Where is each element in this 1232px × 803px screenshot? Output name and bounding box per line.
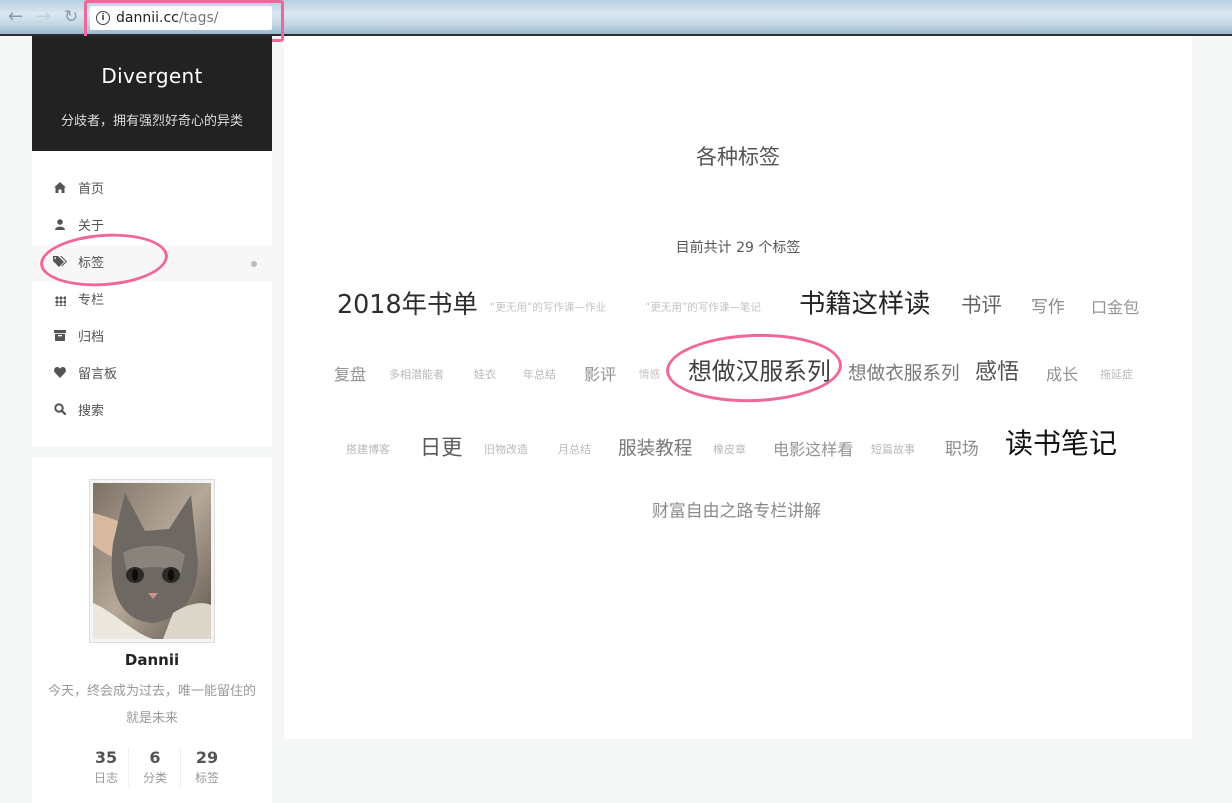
stat-categories[interactable]: 6 分类 bbox=[128, 748, 181, 786]
tag-link[interactable]: 影评 bbox=[584, 361, 616, 385]
tag-link[interactable]: 读书笔记 bbox=[1005, 422, 1117, 462]
page-title: 各种标签 bbox=[696, 145, 780, 169]
tag-link[interactable]: 短篇故事 bbox=[871, 441, 915, 457]
tag-link[interactable]: 拖延症 bbox=[1100, 366, 1133, 382]
browser-toolbar: ← → ↻ i dannii.cc/tags/ bbox=[0, 0, 1232, 42]
author-panel: Dannii 今天，终会成为过去，唯一能留住的就是未来 35 日志 6 分类 2… bbox=[32, 458, 272, 803]
stat-number: 6 bbox=[149, 748, 161, 767]
stat-label: 分类 bbox=[142, 771, 167, 785]
stat-label: 标签 bbox=[194, 771, 219, 785]
tag-link[interactable]: 成长 bbox=[1046, 361, 1078, 385]
author-motto: 今天，终会成为过去，唯一能留住的就是未来 bbox=[47, 684, 256, 726]
avatar bbox=[89, 479, 215, 643]
archive-icon bbox=[52, 319, 68, 356]
menu-item-search[interactable]: 搜索 bbox=[32, 393, 272, 430]
sidebar-menu: 首页 关于 标签 专栏 归档 留言板 搜索 bbox=[32, 151, 272, 446]
tag-link[interactable]: 口金包 bbox=[1091, 294, 1139, 318]
tag-link[interactable]: 书籍这样读 bbox=[799, 282, 930, 321]
stat-tags[interactable]: 29 标签 bbox=[180, 748, 233, 786]
home-icon bbox=[52, 171, 68, 208]
arrow-left-icon[interactable]: ← bbox=[8, 7, 23, 27]
active-indicator bbox=[251, 261, 257, 267]
tag-link[interactable]: 娃衣 bbox=[474, 366, 496, 382]
tag-link[interactable]: 书评 bbox=[961, 288, 1002, 318]
site-title[interactable]: Divergent bbox=[32, 64, 272, 88]
author-stats: 35 日志 6 分类 29 标签 bbox=[74, 748, 230, 792]
menu-item-label: 归档 bbox=[78, 330, 105, 345]
menu-item-home[interactable]: 首页 bbox=[32, 171, 272, 208]
stat-posts[interactable]: 35 日志 bbox=[80, 748, 132, 786]
reload-icon[interactable]: ↻ bbox=[64, 7, 78, 27]
stat-label: 日志 bbox=[93, 771, 118, 785]
tag-link[interactable]: 多相潜能者 bbox=[389, 366, 444, 382]
menu-item-columns[interactable]: 专栏 bbox=[32, 282, 272, 319]
tag-link[interactable]: 财富自由之路专栏讲解 bbox=[652, 497, 821, 522]
tag-count: 目前共计 29 个标签 bbox=[675, 240, 801, 256]
menu-item-label: 留言板 bbox=[78, 367, 118, 382]
tag-link[interactable]: 2018年书单 bbox=[337, 285, 478, 321]
tag-link[interactable]: 旧物改造 bbox=[484, 441, 528, 457]
user-icon bbox=[52, 208, 68, 245]
menu-item-label: 首页 bbox=[78, 182, 105, 197]
tag-link[interactable]: 月总结 bbox=[558, 441, 591, 457]
author-name: Dannii bbox=[124, 651, 180, 669]
stat-number: 35 bbox=[94, 748, 118, 767]
menu-item-guestbook[interactable]: 留言板 bbox=[32, 356, 272, 393]
stat-number: 29 bbox=[195, 748, 219, 767]
tag-link[interactable]: 年总结 bbox=[523, 366, 556, 382]
tag-link[interactable]: 电影这样看 bbox=[773, 436, 853, 460]
tag-link[interactable]: 服装教程 bbox=[618, 434, 692, 461]
site-brand: Divergent 分歧者，拥有强烈好奇心的异类 bbox=[32, 36, 272, 151]
tag-link[interactable]: 搭建博客 bbox=[346, 441, 390, 457]
menu-item-label: 搜索 bbox=[78, 404, 105, 419]
tag-link[interactable]: 情感 bbox=[639, 367, 660, 382]
site-subtitle: 分歧者，拥有强烈好奇心的异类 bbox=[60, 114, 243, 129]
tag-link[interactable]: 想做衣服系列 bbox=[848, 359, 960, 386]
tag-link[interactable]: 职场 bbox=[945, 435, 979, 460]
tag-link[interactable]: 复盘 bbox=[334, 361, 366, 385]
tag-link[interactable]: 感悟 bbox=[975, 354, 1019, 386]
tag-link[interactable]: “更无用”的写作课—作业 bbox=[490, 300, 606, 315]
tag-link[interactable]: 日更 bbox=[420, 431, 462, 462]
search-icon bbox=[52, 393, 68, 430]
tag-link[interactable]: 橡皮章 bbox=[713, 441, 746, 457]
tag-link[interactable]: 写作 bbox=[1031, 293, 1065, 318]
menu-item-archive[interactable]: 归档 bbox=[32, 319, 272, 356]
menu-item-label: 专栏 bbox=[78, 293, 105, 308]
tag-link[interactable]: “更无用”的写作课—笔记 bbox=[645, 300, 761, 315]
heart-icon bbox=[52, 356, 68, 393]
grid-icon bbox=[52, 282, 68, 319]
arrow-right-icon[interactable]: → bbox=[36, 7, 51, 27]
